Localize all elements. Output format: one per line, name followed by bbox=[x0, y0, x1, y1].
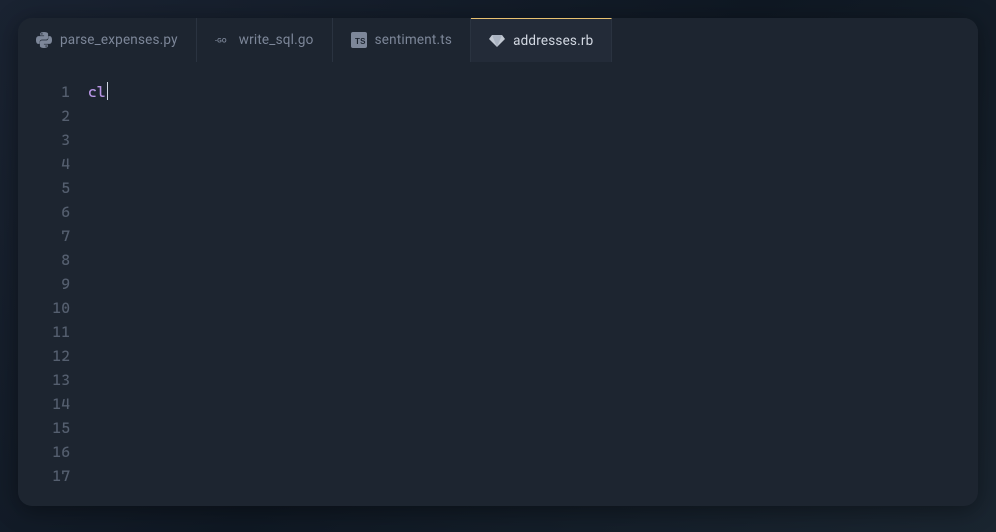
tab-label: sentiment.ts bbox=[375, 32, 453, 48]
code-line bbox=[88, 416, 978, 440]
code-line bbox=[88, 464, 978, 488]
code-line bbox=[88, 440, 978, 464]
svg-text:TS: TS bbox=[355, 37, 366, 46]
line-number: 3 bbox=[18, 128, 80, 152]
line-number: 1 bbox=[18, 80, 80, 104]
editor-body: 1234567891011121314151617 cl bbox=[18, 62, 978, 506]
code-line bbox=[88, 104, 978, 128]
line-number: 5 bbox=[18, 176, 80, 200]
code-line bbox=[88, 176, 978, 200]
code-line bbox=[88, 272, 978, 296]
line-number: 17 bbox=[18, 464, 80, 488]
line-number: 4 bbox=[18, 152, 80, 176]
code-line bbox=[88, 248, 978, 272]
line-number: 14 bbox=[18, 392, 80, 416]
svg-text:-GO: -GO bbox=[215, 39, 227, 45]
line-number: 12 bbox=[18, 344, 80, 368]
editor-window: parse_expenses.py -GO write_sql.go TS se… bbox=[18, 18, 978, 506]
line-number: 8 bbox=[18, 248, 80, 272]
code-line bbox=[88, 392, 978, 416]
code-line bbox=[88, 128, 978, 152]
tab-label: parse_expenses.py bbox=[60, 32, 178, 48]
code-area[interactable]: cl bbox=[80, 62, 978, 506]
python-icon bbox=[36, 32, 52, 48]
code-line bbox=[88, 368, 978, 392]
tab-write-sql-go[interactable]: -GO write_sql.go bbox=[197, 18, 333, 62]
line-number: 6 bbox=[18, 200, 80, 224]
line-number: 7 bbox=[18, 224, 80, 248]
tab-addresses-rb[interactable]: addresses.rb bbox=[471, 18, 612, 62]
code-line: cl bbox=[88, 80, 978, 104]
code-line bbox=[88, 296, 978, 320]
line-number: 11 bbox=[18, 320, 80, 344]
line-number: 9 bbox=[18, 272, 80, 296]
code-token: cl bbox=[88, 83, 106, 101]
tab-sentiment-ts[interactable]: TS sentiment.ts bbox=[333, 18, 472, 62]
ruby-icon bbox=[489, 33, 505, 49]
line-number-gutter: 1234567891011121314151617 bbox=[18, 62, 80, 506]
tab-label: addresses.rb bbox=[513, 33, 593, 49]
code-line bbox=[88, 200, 978, 224]
line-number: 13 bbox=[18, 368, 80, 392]
tab-bar: parse_expenses.py -GO write_sql.go TS se… bbox=[18, 18, 978, 62]
go-icon: -GO bbox=[215, 32, 231, 48]
line-number: 10 bbox=[18, 296, 80, 320]
code-line bbox=[88, 224, 978, 248]
code-line bbox=[88, 320, 978, 344]
line-number: 15 bbox=[18, 416, 80, 440]
tab-label: write_sql.go bbox=[239, 32, 314, 48]
line-number: 2 bbox=[18, 104, 80, 128]
tab-parse-expenses-py[interactable]: parse_expenses.py bbox=[18, 18, 197, 62]
ts-icon: TS bbox=[351, 32, 367, 48]
code-line bbox=[88, 344, 978, 368]
line-number: 16 bbox=[18, 440, 80, 464]
code-line bbox=[88, 152, 978, 176]
text-cursor bbox=[107, 82, 108, 100]
